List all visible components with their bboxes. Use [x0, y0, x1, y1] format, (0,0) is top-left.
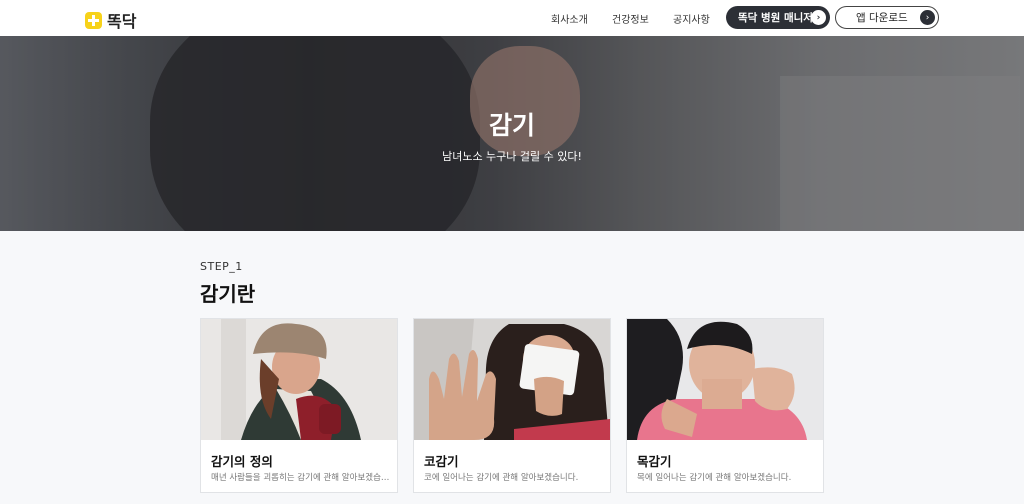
- nav-health-info[interactable]: 건강정보: [612, 11, 649, 26]
- logo-text: 똑닥: [107, 12, 137, 31]
- card-image: [201, 319, 397, 440]
- app-download-button[interactable]: 앱 다운로드 ›: [835, 6, 939, 29]
- section-title: 감기란: [200, 282, 256, 306]
- card-description: 목에 일어나는 감기에 관해 알아보겠습니다.: [637, 473, 792, 483]
- step-label: STEP_1: [200, 260, 243, 273]
- card-cold-definition[interactable]: 감기의 정의 매년 사람들을 괴롭히는 감기에 관해 알아보겠습니다.: [200, 318, 398, 493]
- card-title: 코감기: [424, 454, 459, 469]
- chevron-right-icon: ›: [811, 10, 826, 25]
- card-title: 감기의 정의: [211, 454, 273, 469]
- nav-notice[interactable]: 공지사항: [673, 11, 710, 26]
- card-description: 코에 일어나는 감기에 관해 알아보겠습니다.: [424, 473, 579, 483]
- card-title: 목감기: [637, 454, 672, 469]
- card-nasal-cold[interactable]: 코감기 코에 일어나는 감기에 관해 알아보겠습니다.: [413, 318, 611, 493]
- chevron-right-icon: ›: [920, 10, 935, 25]
- card-image: [414, 319, 610, 440]
- hospital-manager-button[interactable]: 똑닥 병원 매니저 ›: [726, 6, 830, 29]
- hospital-manager-label: 똑닥 병원 매니저: [738, 12, 813, 24]
- nav-company[interactable]: 회사소개: [551, 11, 588, 26]
- card-sore-throat[interactable]: 목감기 목에 일어나는 감기에 관해 알아보겠습니다.: [626, 318, 824, 493]
- site-header: 똑닥 회사소개 건강정보 공지사항 똑닥 병원 매니저 › 앱 다운로드 ›: [0, 0, 1024, 36]
- hero-banner: 감기 남녀노소 누구나 걸릴 수 있다!: [0, 36, 1024, 231]
- logo-cross-icon: [85, 11, 102, 29]
- hero-title: 감기: [488, 111, 535, 140]
- card-description: 매년 사람들을 괴롭히는 감기에 관해 알아보겠습니다.: [211, 473, 391, 483]
- logo[interactable]: 똑닥: [85, 8, 136, 32]
- hero-subtitle: 남녀노소 누구나 걸릴 수 있다!: [442, 150, 582, 163]
- app-download-label: 앱 다운로드: [856, 12, 908, 24]
- card-image: [627, 319, 823, 440]
